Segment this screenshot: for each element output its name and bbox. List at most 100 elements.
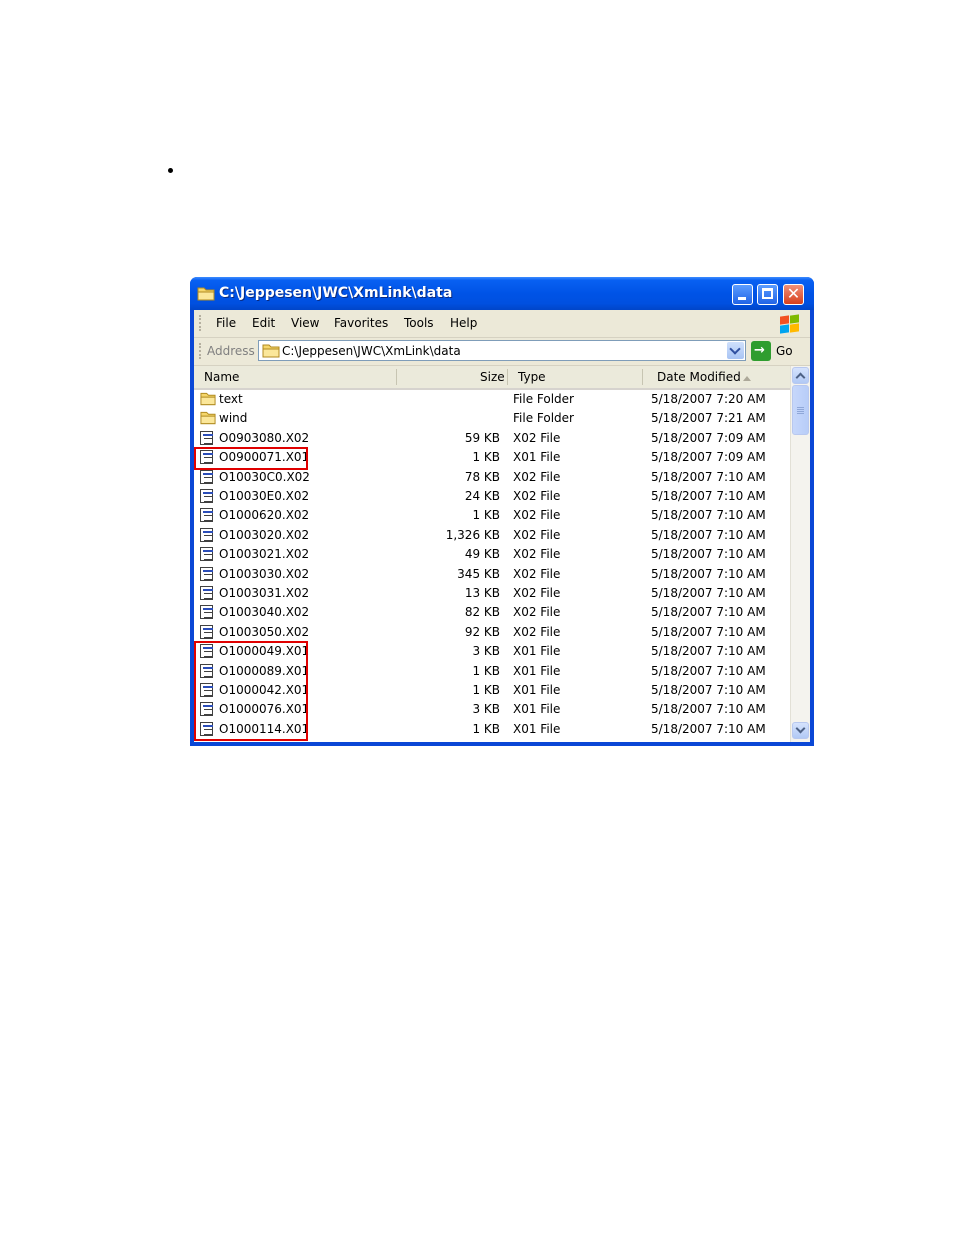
column-header-size[interactable]: Size xyxy=(480,370,505,384)
file-row[interactable]: wind File Folder 5/18/2007 7:21 AM xyxy=(194,409,790,428)
maximize-icon xyxy=(762,288,773,299)
column-divider[interactable] xyxy=(642,369,643,385)
close-icon: ✕ xyxy=(786,284,801,303)
address-grip[interactable] xyxy=(199,343,203,359)
file-icon xyxy=(200,430,213,445)
file-type: X02 File xyxy=(513,430,561,445)
file-date: 5/18/2007 7:10 AM xyxy=(651,547,766,562)
file-size: 1 KB xyxy=(472,450,500,465)
file-name: O1003031.X02 xyxy=(219,586,310,600)
file-row[interactable]: O1003030.X02 345 KB X02 File 5/18/2007 7:10… xyxy=(194,565,790,584)
file-icon xyxy=(200,508,213,523)
vertical-scrollbar[interactable] xyxy=(790,366,810,742)
menu-tools[interactable]: Tools xyxy=(404,316,434,330)
highlight-box xyxy=(194,641,308,742)
column-header-type[interactable]: Type xyxy=(518,370,546,384)
column-header-name[interactable]: Name xyxy=(204,370,239,384)
file-date: 5/18/2007 7:09 AM xyxy=(651,450,766,465)
file-type: X02 File xyxy=(513,624,561,639)
menu-help[interactable]: Help xyxy=(450,316,477,330)
sort-ascending-icon xyxy=(743,376,751,381)
maximize-button[interactable] xyxy=(757,284,778,305)
file-name: O1003040.X02 xyxy=(219,605,310,620)
scroll-down-button[interactable] xyxy=(792,722,809,739)
window-title: C:\Jeppesen\JWC\XmLink\data xyxy=(219,285,453,301)
file-date: 5/18/2007 7:10 AM xyxy=(651,508,766,523)
file-row[interactable]: O1003050.X02 92 KB X02 File 5/18/2007 7:10 … xyxy=(194,623,790,642)
file-type: X02 File xyxy=(513,547,561,562)
file-name: O1003021.X02 xyxy=(219,547,310,562)
file-icon xyxy=(200,547,213,562)
file-icon xyxy=(200,469,213,484)
file-date: 5/18/2007 7:10 AM xyxy=(651,469,766,484)
list-header: Name Size Type Date Modified xyxy=(194,366,790,390)
file-type: X01 File xyxy=(513,702,561,717)
title-bar[interactable]: C:\Jeppesen\JWC\XmLink\data ✕ xyxy=(190,277,814,310)
file-size: 3 KB xyxy=(472,644,500,659)
file-type: X02 File xyxy=(513,469,561,484)
file-type: X02 File xyxy=(513,605,561,620)
window-client: File Edit View Favorites Tools Help Addr… xyxy=(194,310,810,742)
file-type: X02 File xyxy=(513,508,561,523)
file-row[interactable]: O1000620.X02 1 KB X02 File 5/18/2007 7:10 A… xyxy=(194,506,790,525)
file-row[interactable]: O1003040.X02 82 KB X02 File 5/18/2007 7:10 … xyxy=(194,603,790,622)
file-row[interactable]: text File Folder 5/18/2007 7:20 AM xyxy=(194,390,790,409)
close-button[interactable]: ✕ xyxy=(783,284,804,305)
file-type: File Folder xyxy=(513,392,574,406)
file-size: 345 KB xyxy=(457,566,500,581)
file-date: 5/18/2007 7:20 AM xyxy=(651,392,766,406)
toolbar-grip[interactable] xyxy=(199,315,203,331)
file-row[interactable]: O10030C0.X02 78 KB X02 File 5/18/2007 7:10 … xyxy=(194,468,790,487)
file-name: O1003050.X02 xyxy=(219,624,310,639)
minimize-icon xyxy=(738,297,746,300)
address-dropdown-button[interactable] xyxy=(727,342,744,359)
scroll-up-button[interactable] xyxy=(792,367,809,384)
file-name: O1003020.X02 xyxy=(219,527,310,542)
file-name: wind xyxy=(219,411,248,426)
file-type: X01 File xyxy=(513,644,561,659)
address-value: C:\Jeppesen\JWC\XmLink\data xyxy=(282,344,461,358)
file-date: 5/18/2007 7:21 AM xyxy=(651,411,766,426)
file-size: 1 KB xyxy=(472,663,500,678)
file-size: 1,326 KB xyxy=(445,527,500,542)
file-size: 1 KB xyxy=(472,683,500,697)
file-name: O1003030.X02 xyxy=(219,566,310,581)
file-date: 5/18/2007 7:10 AM xyxy=(651,605,766,620)
folder-icon xyxy=(200,412,216,425)
column-divider[interactable] xyxy=(507,369,508,385)
menu-file[interactable]: File xyxy=(216,316,236,330)
chevron-up-icon xyxy=(795,372,806,383)
address-label: Address xyxy=(207,344,255,358)
column-header-date[interactable]: Date Modified xyxy=(657,370,741,384)
chevron-down-icon xyxy=(729,343,741,355)
file-row[interactable]: O0903080.X02 59 KB X02 File 5/18/2007 7:09 … xyxy=(194,429,790,448)
file-size: 78 KB xyxy=(464,469,500,484)
file-icon xyxy=(200,489,213,503)
scroll-thumb[interactable] xyxy=(792,385,809,435)
file-type: File Folder xyxy=(513,411,574,426)
file-type: X02 File xyxy=(513,527,561,542)
go-arrow-icon[interactable]: → xyxy=(751,341,771,361)
column-divider[interactable] xyxy=(396,369,397,385)
file-list: Name Size Type Date Modified text File Fo… xyxy=(194,366,810,742)
explorer-window: C:\Jeppesen\JWC\XmLink\data ✕ File Edit … xyxy=(190,277,814,746)
go-button[interactable]: Go xyxy=(776,344,793,358)
file-size: 1 KB xyxy=(472,508,500,523)
file-row[interactable]: O10030E0.X02 24 KB X02 File 5/18/2007 7:10 … xyxy=(194,487,790,506)
file-name: O10030C0.X02 xyxy=(219,469,310,484)
file-type: X02 File xyxy=(513,586,561,600)
file-icon xyxy=(200,566,213,581)
file-icon xyxy=(200,624,213,639)
file-row[interactable]: O1003031.X02 13 KB X02 File 5/18/2007 7:10 … xyxy=(194,584,790,603)
minimize-button[interactable] xyxy=(732,284,753,305)
menu-edit[interactable]: Edit xyxy=(252,316,275,330)
file-size: 82 KB xyxy=(464,605,500,620)
address-input[interactable]: C:\Jeppesen\JWC\XmLink\data xyxy=(258,340,746,361)
file-row[interactable]: O1003020.X02 1,326 KB X02 File 5/18/2007 7:… xyxy=(194,526,790,545)
menu-favorites[interactable]: Favorites xyxy=(334,316,388,330)
file-date: 5/18/2007 7:10 AM xyxy=(651,624,766,639)
file-row[interactable]: O1003021.X02 49 KB X02 File 5/18/2007 7:10 … xyxy=(194,545,790,564)
folder-icon xyxy=(197,287,215,301)
menu-view[interactable]: View xyxy=(291,316,319,330)
file-size: 49 KB xyxy=(464,547,500,562)
